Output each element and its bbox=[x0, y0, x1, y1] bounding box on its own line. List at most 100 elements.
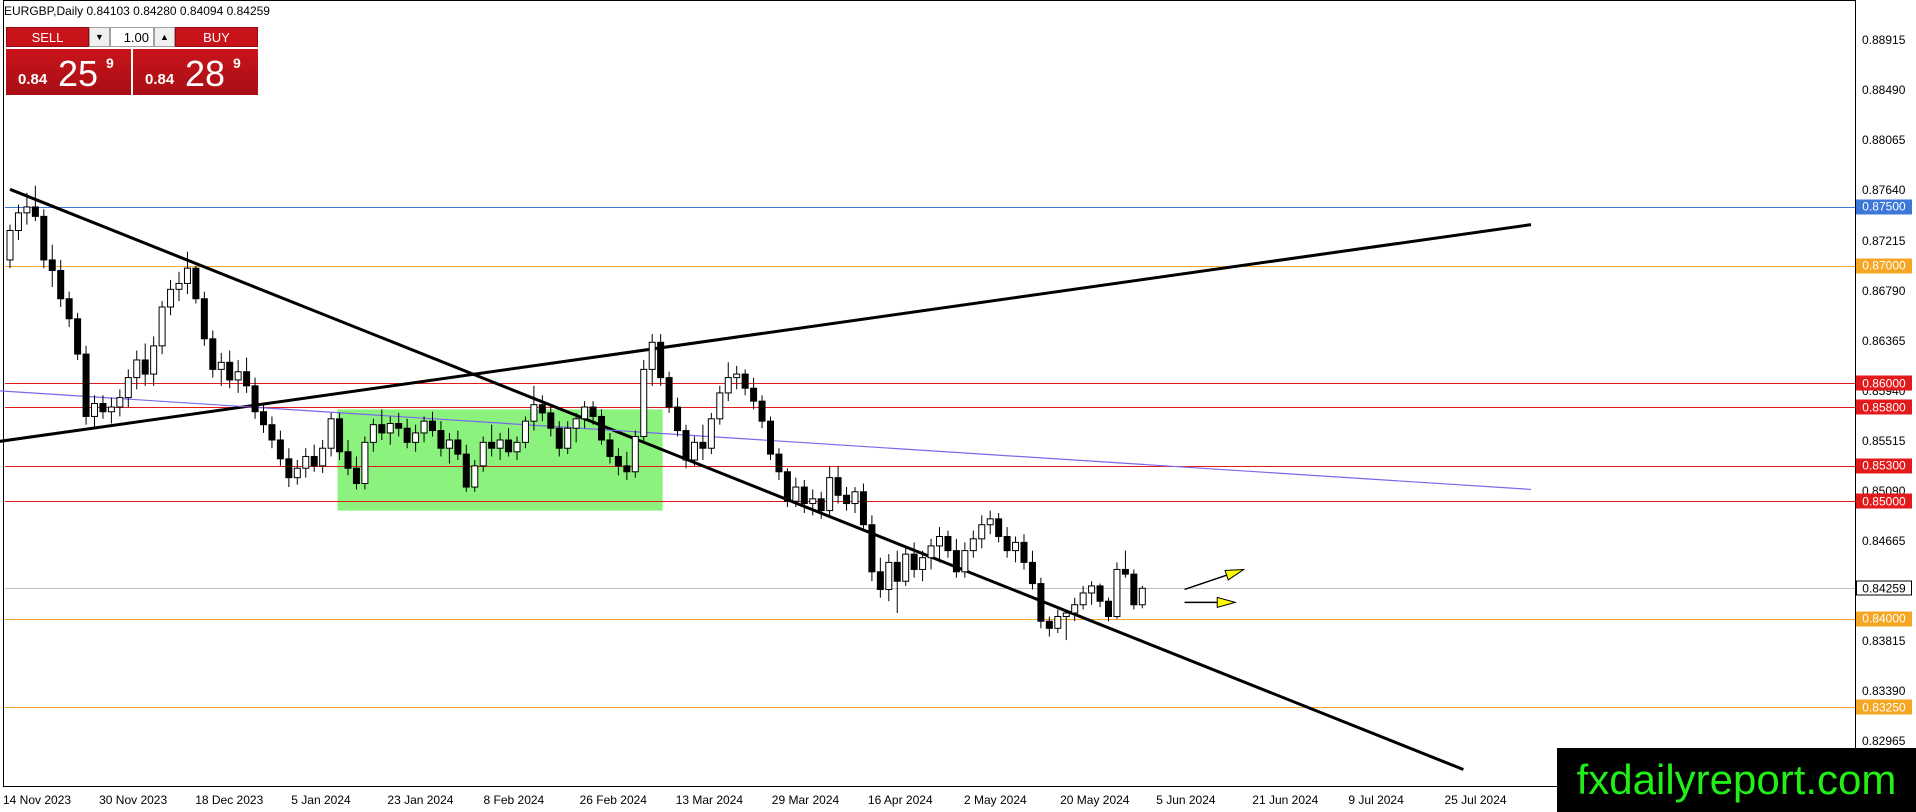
candle-body-up bbox=[707, 418, 715, 449]
time-tick-label: 5 Jan 2024 bbox=[291, 793, 351, 807]
candle-body-up bbox=[150, 345, 158, 375]
candle-body-up bbox=[564, 427, 572, 449]
candle-body-down bbox=[141, 359, 149, 375]
candle bbox=[74, 312, 82, 360]
candle-body-down bbox=[378, 424, 386, 434]
candle-body-up bbox=[175, 282, 183, 290]
candle bbox=[767, 416, 774, 460]
candle-body-up bbox=[183, 267, 191, 284]
candle-body-down bbox=[699, 441, 707, 449]
buy-price-fraction: 9 bbox=[233, 55, 241, 71]
candle-body-up bbox=[217, 361, 225, 370]
candle-body-down bbox=[505, 439, 513, 453]
chart-area bbox=[3, 0, 1856, 787]
sell-price-fraction: 9 bbox=[106, 55, 114, 71]
candle-body-up bbox=[809, 498, 817, 505]
candle-body-up bbox=[1138, 587, 1146, 606]
candle-body-down bbox=[1105, 600, 1112, 618]
candle bbox=[640, 359, 648, 443]
level-price-tag: 0.84000 bbox=[1856, 611, 1912, 627]
candle-body-up bbox=[124, 377, 132, 399]
candle bbox=[361, 436, 369, 490]
price-tick-label: 0.82965 bbox=[1862, 733, 1906, 748]
level-price-tag: 0.83250 bbox=[1856, 699, 1912, 715]
candle-body-down bbox=[74, 318, 82, 355]
candle-body-up bbox=[826, 477, 834, 512]
price-tick-label: 0.85515 bbox=[1862, 433, 1906, 448]
candle-body-up bbox=[521, 420, 529, 443]
current-price-tag: 0.84259 bbox=[1856, 580, 1912, 596]
candle-body-down bbox=[209, 338, 217, 370]
candle-body-down bbox=[876, 571, 884, 590]
candle bbox=[631, 430, 639, 478]
candle-body-up bbox=[640, 368, 648, 437]
candle-body-up bbox=[986, 518, 994, 526]
buy-price-pips: 28 bbox=[185, 53, 226, 94]
candle-body-down bbox=[462, 453, 470, 488]
candle-body-up bbox=[936, 535, 943, 547]
candle bbox=[40, 209, 48, 269]
candle-body-down bbox=[226, 361, 234, 381]
candle-body-down bbox=[547, 412, 555, 429]
candle-body-up bbox=[361, 441, 369, 485]
lot-increase-button[interactable]: ▲ bbox=[154, 27, 175, 47]
candle bbox=[200, 291, 208, 346]
candle-body-up bbox=[369, 424, 377, 443]
candle-body-up bbox=[496, 439, 504, 449]
candle bbox=[158, 301, 166, 355]
candle bbox=[1130, 569, 1138, 610]
candle-body-down bbox=[437, 430, 445, 449]
level-price-tag: 0.85800 bbox=[1856, 399, 1912, 415]
buy-price-prefix: 0.84 bbox=[145, 71, 175, 88]
time-tick-label: 8 Feb 2024 bbox=[483, 793, 545, 807]
candle-body-down bbox=[868, 524, 876, 573]
candle-body-up bbox=[581, 406, 589, 420]
candle-body-down bbox=[1121, 568, 1129, 575]
candle bbox=[1113, 562, 1121, 619]
candle-body-up bbox=[961, 550, 969, 573]
price-tick-label: 0.88065 bbox=[1862, 133, 1906, 148]
price-chart[interactable] bbox=[0, 0, 1916, 812]
time-tick-label: 9 Jul 2024 bbox=[1348, 793, 1404, 807]
candle-body-up bbox=[885, 561, 893, 590]
time-tick-label: 23 Jan 2024 bbox=[387, 793, 454, 807]
candle-body-up bbox=[530, 404, 538, 422]
candle-body-down bbox=[665, 377, 673, 408]
time-tick-label: 2 May 2024 bbox=[964, 793, 1027, 807]
candle-body-down bbox=[344, 451, 352, 469]
candle-body-down bbox=[1045, 620, 1053, 629]
price-tick-label: 0.88915 bbox=[1862, 33, 1906, 48]
candle-body-down bbox=[454, 439, 462, 455]
candle-body-down bbox=[555, 427, 563, 449]
lot-decrease-button[interactable]: ▼ bbox=[89, 27, 110, 47]
candle-body-up bbox=[23, 206, 31, 214]
candle-body-down bbox=[429, 420, 436, 432]
price-tick-label: 0.84665 bbox=[1862, 533, 1906, 548]
candle-body-down bbox=[48, 259, 56, 272]
candle-body-down bbox=[192, 267, 200, 300]
candle-body-down bbox=[268, 424, 276, 441]
candle-body-down bbox=[910, 553, 918, 570]
candle-body-down bbox=[995, 518, 1003, 537]
candle-body-down bbox=[623, 465, 631, 473]
candle bbox=[657, 334, 665, 386]
lot-size-input[interactable] bbox=[110, 27, 154, 47]
candle-body-up bbox=[471, 465, 479, 488]
sell-button[interactable]: SELL bbox=[6, 27, 89, 47]
candle-body-down bbox=[1096, 585, 1104, 602]
candle bbox=[82, 345, 90, 425]
candle-body-down bbox=[276, 439, 284, 460]
candle-body-up bbox=[513, 441, 521, 453]
candle-body-down bbox=[614, 455, 622, 467]
candle bbox=[783, 468, 791, 508]
candle-body-down bbox=[800, 486, 808, 505]
level-price-tag: 0.87500 bbox=[1856, 199, 1912, 215]
candle-body-down bbox=[57, 270, 65, 300]
candle-body-down bbox=[758, 400, 766, 422]
level-price-tag: 0.85000 bbox=[1856, 493, 1912, 509]
buy-button[interactable]: BUY bbox=[175, 27, 258, 47]
candle-body-up bbox=[919, 557, 927, 570]
candle-body-up bbox=[1062, 612, 1070, 618]
buy-price-quote[interactable]: 0.84 28 9 bbox=[133, 49, 258, 95]
sell-price-quote[interactable]: 0.84 25 9 bbox=[6, 49, 131, 95]
